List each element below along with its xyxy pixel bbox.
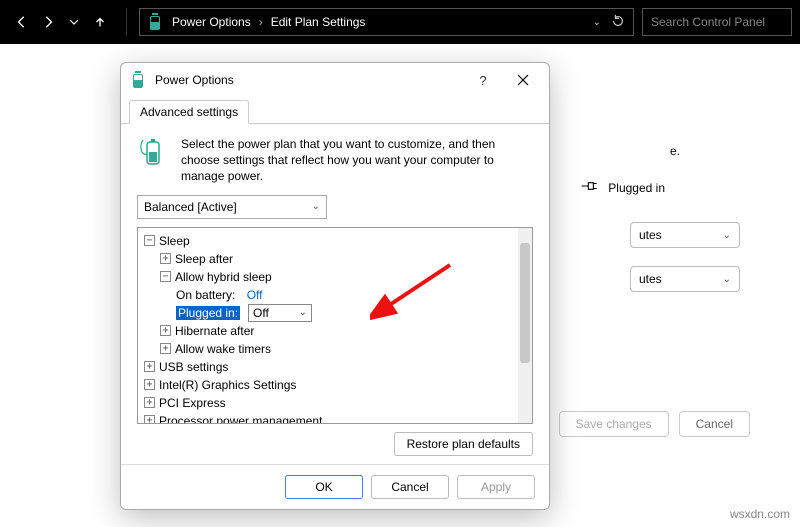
- intro-block: Select the power plan that you want to c…: [137, 136, 533, 185]
- toolbar-divider: [126, 8, 127, 36]
- expand-icon[interactable]: +: [144, 397, 155, 408]
- watermark: wsxdn.com: [730, 507, 790, 521]
- nav-icons: [8, 14, 114, 30]
- bg-dropdown-2[interactable]: utes ⌄: [630, 266, 740, 292]
- chevron-down-icon: ⌄: [723, 274, 731, 285]
- plugged-in-value-select[interactable]: Off ⌄: [248, 304, 312, 322]
- dialog-titlebar[interactable]: Power Options ?: [121, 63, 549, 97]
- tree-node-sleep[interactable]: −Sleep: [144, 232, 514, 250]
- plugged-in-label: Plugged in: [608, 181, 665, 195]
- apply-button[interactable]: Apply: [457, 475, 535, 499]
- dialog-footer: OK Cancel Apply: [121, 464, 549, 509]
- save-changes-button[interactable]: Save changes: [559, 411, 669, 437]
- on-battery-label: On battery:: [176, 288, 235, 302]
- bg-text-fragment: e.: [670, 144, 680, 158]
- ok-button[interactable]: OK: [285, 475, 363, 499]
- power-options-dialog: Power Options ? Advanced settings Select…: [120, 62, 550, 510]
- tree-node-intel-graphics[interactable]: +Intel(R) Graphics Settings: [144, 376, 514, 394]
- chevron-down-icon: ⌄: [723, 230, 731, 241]
- plugged-in-value: Off: [253, 306, 269, 320]
- tree-setting-plugged-in[interactable]: Plugged in: Off ⌄: [144, 304, 514, 322]
- cancel-button[interactable]: Cancel: [679, 411, 750, 437]
- plugged-in-label: Plugged in:: [176, 306, 240, 320]
- bg-dropdown-1[interactable]: utes ⌄: [630, 222, 740, 248]
- tree-node-allow-hybrid[interactable]: −Allow hybrid sleep: [144, 268, 514, 286]
- bg-dropdown-text: utes: [639, 228, 662, 242]
- breadcrumb-item[interactable]: Edit Plan Settings: [271, 15, 366, 29]
- close-icon[interactable]: [503, 65, 543, 95]
- expand-icon[interactable]: +: [144, 361, 155, 372]
- tree-setting-on-battery[interactable]: On battery: Off: [144, 286, 514, 304]
- chevron-down-icon[interactable]: ⌄: [593, 17, 601, 28]
- refresh-icon[interactable]: [611, 14, 625, 31]
- address-toolbar: Power Options › Edit Plan Settings ⌄ Sea…: [0, 0, 800, 44]
- dialog-body: Select the power plan that you want to c…: [121, 124, 549, 464]
- power-plan-select[interactable]: Balanced [Active] ⌄: [137, 195, 327, 219]
- back-icon[interactable]: [14, 14, 30, 30]
- chevron-down-icon: ⌄: [299, 307, 307, 318]
- tree-node-sleep-after[interactable]: +Sleep after: [144, 250, 514, 268]
- expand-icon[interactable]: +: [144, 379, 155, 390]
- plug-icon: [580, 179, 600, 196]
- tree-node-pci-express[interactable]: +PCI Express: [144, 394, 514, 412]
- breadcrumb-item[interactable]: Power Options: [172, 15, 251, 29]
- power-plan-icon: [137, 136, 171, 170]
- dialog-title: Power Options: [155, 73, 463, 87]
- tree-node-processor[interactable]: +Processor power management: [144, 412, 514, 423]
- help-button[interactable]: ?: [463, 65, 503, 95]
- tab-advanced-settings[interactable]: Advanced settings: [129, 100, 249, 124]
- collapse-icon[interactable]: −: [144, 235, 155, 246]
- chevron-right-icon[interactable]: ›: [259, 15, 263, 29]
- tree-node-allow-wake[interactable]: +Allow wake timers: [144, 340, 514, 358]
- chevron-down-icon: ⌄: [312, 201, 320, 212]
- up-icon[interactable]: [92, 14, 108, 30]
- on-battery-value[interactable]: Off: [247, 288, 263, 302]
- cancel-button[interactable]: Cancel: [371, 475, 449, 499]
- search-input[interactable]: Search Control Panel: [642, 8, 792, 36]
- restore-defaults-button[interactable]: Restore plan defaults: [394, 432, 533, 456]
- bg-button-row: Save changes Cancel: [559, 411, 750, 437]
- settings-tree: −Sleep +Sleep after −Allow hybrid sleep …: [137, 227, 533, 424]
- recent-dropdown-icon[interactable]: [66, 14, 82, 30]
- search-placeholder: Search Control Panel: [651, 15, 765, 29]
- tree-scroll-area[interactable]: −Sleep +Sleep after −Allow hybrid sleep …: [138, 228, 518, 423]
- tree-node-hibernate-after[interactable]: +Hibernate after: [144, 322, 514, 340]
- tabs-row: Advanced settings: [121, 99, 549, 124]
- tree-scrollbar[interactable]: [518, 228, 532, 423]
- power-options-icon: [148, 14, 164, 30]
- expand-icon[interactable]: +: [144, 415, 155, 423]
- expand-icon[interactable]: +: [160, 253, 171, 264]
- forward-icon[interactable]: [40, 14, 56, 30]
- power-options-icon: [131, 72, 147, 88]
- plugged-in-header: Plugged in: [580, 179, 665, 196]
- plan-selected-value: Balanced [Active]: [144, 200, 237, 214]
- expand-icon[interactable]: +: [160, 325, 171, 336]
- scrollbar-thumb[interactable]: [520, 243, 530, 363]
- expand-icon[interactable]: +: [160, 343, 171, 354]
- address-bar[interactable]: Power Options › Edit Plan Settings ⌄: [139, 8, 634, 36]
- tree-node-usb[interactable]: +USB settings: [144, 358, 514, 376]
- intro-text: Select the power plan that you want to c…: [181, 136, 533, 185]
- collapse-icon[interactable]: −: [160, 271, 171, 282]
- bg-dropdown-text: utes: [639, 272, 662, 286]
